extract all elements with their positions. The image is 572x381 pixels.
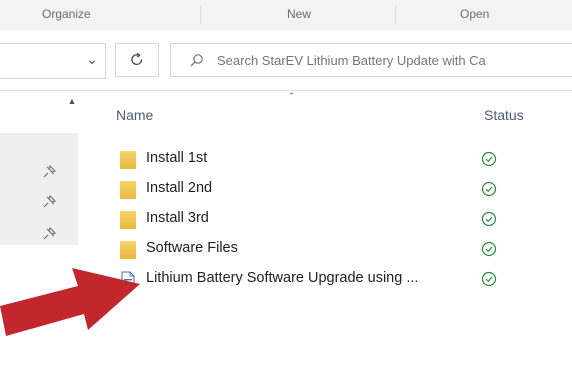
ribbon-divider — [200, 6, 201, 24]
folder-icon — [120, 151, 136, 169]
file-name: Install 1st — [146, 150, 208, 166]
refresh-icon — [131, 52, 143, 66]
folder-icon — [120, 211, 136, 229]
file-name: Install 2nd — [146, 180, 213, 196]
column-header-name[interactable]: Name — [116, 107, 153, 123]
file-name: Install 3rd — [146, 210, 209, 226]
sort-up-icon: ⌃ — [288, 91, 296, 101]
ribbon-group-open: Open — [460, 7, 490, 21]
list-item[interactable]: Install 1st — [113, 147, 572, 175]
scroll-up-arrow[interactable]: ▲ — [64, 93, 80, 109]
search-box[interactable] — [170, 43, 572, 77]
search-input[interactable] — [217, 44, 572, 76]
list-item[interactable]: Install 3rd — [113, 207, 572, 235]
chevron-down-icon[interactable]: ⌄ — [84, 51, 100, 67]
folder-icon — [120, 181, 136, 199]
list-item[interactable]: Software Files — [113, 237, 572, 265]
list-item[interactable]: Install 2nd — [113, 177, 572, 205]
check-circle-icon — [481, 151, 497, 167]
pin-icon[interactable] — [42, 195, 56, 209]
column-header-status[interactable]: Status — [484, 107, 524, 123]
ribbon-group-organize: Organize — [42, 7, 91, 21]
check-circle-icon — [481, 181, 497, 197]
folder-icon — [120, 241, 136, 259]
ribbon-group-labels: Organize New Open — [0, 0, 572, 31]
file-list: ⌃ Name Status Install 1st Install 2nd In… — [80, 91, 572, 381]
file-name: Lithium Battery Software Upgrade using .… — [146, 270, 419, 286]
file-name: Software Files — [146, 240, 238, 256]
ribbon-divider — [395, 6, 396, 24]
navigation-bar: ⌄ — [0, 30, 572, 91]
search-icon — [190, 54, 203, 67]
file-explorer-window: Organize New Open ⌄ ▲ — [0, 0, 572, 381]
refresh-button[interactable] — [115, 43, 159, 77]
pin-icon[interactable] — [42, 165, 56, 179]
list-item[interactable]: Lithium Battery Software Upgrade using .… — [113, 267, 572, 295]
check-circle-icon — [481, 271, 497, 287]
check-circle-icon — [481, 241, 497, 257]
check-circle-icon — [481, 211, 497, 227]
quick-access-selection[interactable] — [0, 133, 78, 245]
ribbon-group-new: New — [287, 7, 312, 21]
pin-icon[interactable] — [42, 227, 56, 241]
red-pointer-arrow — [0, 268, 140, 336]
